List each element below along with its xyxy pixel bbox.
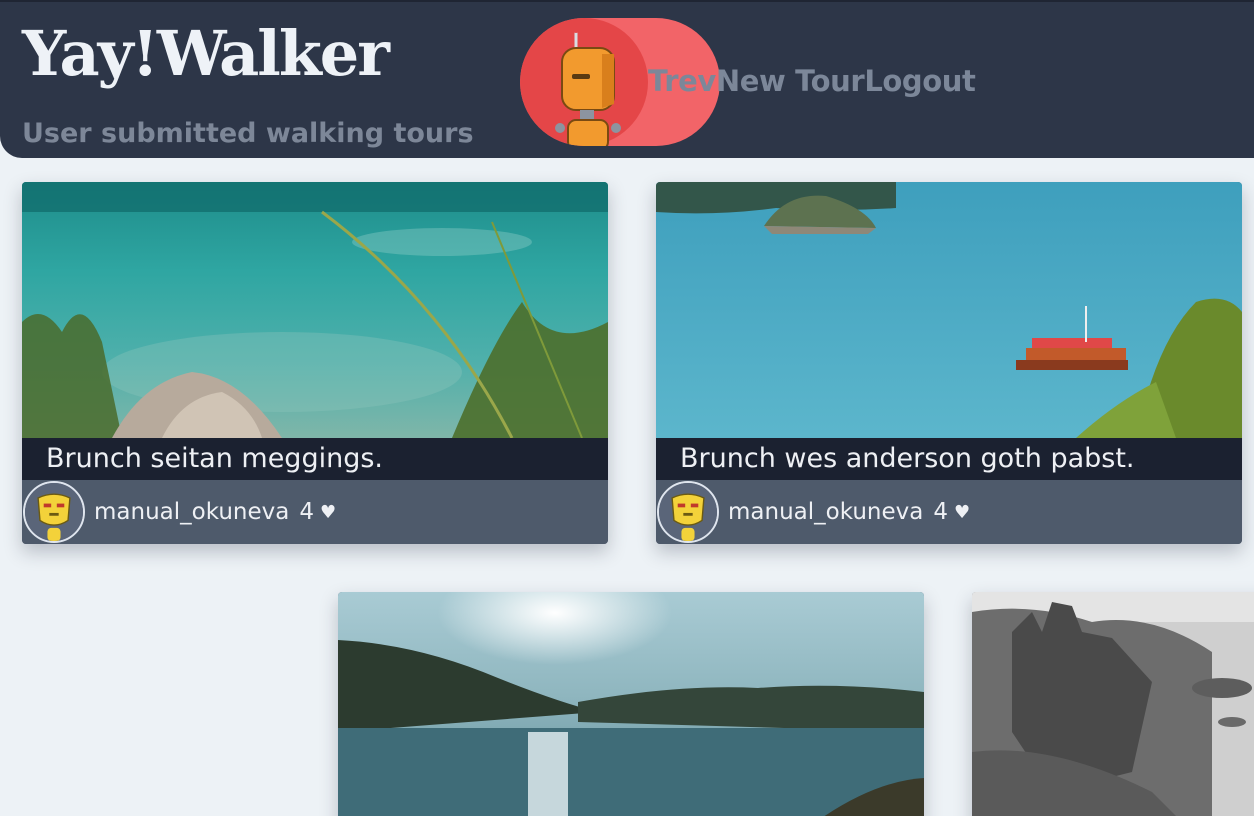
page: Yay!Walker User submitted walking tours [0, 0, 1254, 816]
app-subtitle: User submitted walking tours [22, 118, 474, 149]
app-title[interactable]: Yay!Walker [22, 16, 390, 92]
tour-meta: manual_okuneva 4 ♥ [22, 480, 608, 544]
author-avatar[interactable] [657, 481, 719, 543]
tour-caption[interactable]: Brunch seitan meggings. [22, 438, 608, 480]
site-header: Yay!Walker User submitted walking tours [0, 0, 1254, 158]
robot-avatar-icon [659, 483, 717, 541]
heart-icon[interactable]: ♥ [954, 502, 970, 523]
author-name[interactable]: manual_okuneva [728, 499, 923, 525]
like-count: 4 [933, 499, 948, 525]
tour-card[interactable] [338, 592, 924, 816]
robot-avatar-icon [555, 27, 621, 146]
lake-photo-image [22, 182, 608, 438]
nav-new-tour-link[interactable]: New Tour [716, 60, 865, 102]
main-nav: Trev New Tour Logout [648, 60, 976, 102]
tour-card[interactable] [972, 592, 1254, 816]
bay-photo-image [656, 182, 1242, 438]
tour-photo[interactable] [972, 592, 1254, 816]
nav-user-link[interactable]: Trev [648, 60, 716, 102]
author-avatar[interactable] [23, 481, 85, 543]
tour-card[interactable]: Brunch wes anderson goth pabst. manual_o… [656, 182, 1242, 544]
sea-cliff-photo-image [972, 592, 1254, 816]
tour-caption[interactable]: Brunch wes anderson goth pabst. [656, 438, 1242, 480]
like-count: 4 [299, 499, 314, 525]
robot-avatar-icon [25, 483, 83, 541]
author-name[interactable]: manual_okuneva [94, 499, 289, 525]
heart-icon[interactable]: ♥ [320, 502, 336, 523]
tour-card[interactable]: Brunch seitan meggings. manual_okuneva 4… [22, 182, 608, 544]
tour-meta: manual_okuneva 4 ♥ [656, 480, 1242, 544]
tour-photo[interactable] [338, 592, 924, 816]
tour-photo[interactable] [656, 182, 1242, 438]
sunset-lake-photo-image [338, 592, 924, 816]
tour-photo[interactable] [22, 182, 608, 438]
nav-logout-link[interactable]: Logout [864, 60, 976, 102]
